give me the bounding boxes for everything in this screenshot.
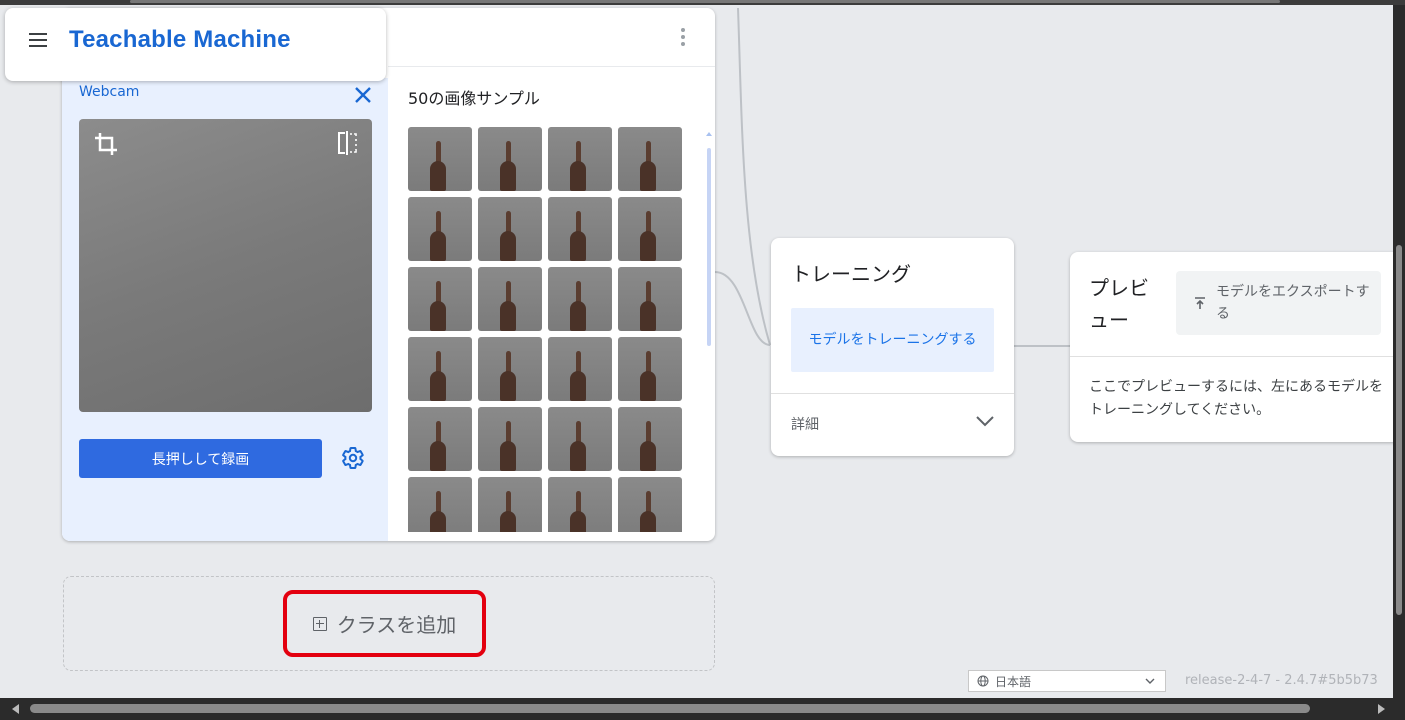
samples-grid: [408, 127, 684, 532]
sample-thumbnail[interactable]: [478, 127, 542, 191]
release-version: release-2-4-7 - 2.4.7#5b5b73: [1185, 673, 1378, 688]
details-label[interactable]: 詳細: [791, 414, 819, 434]
app-header: Teachable Machine: [5, 8, 386, 81]
sample-thumbnail[interactable]: [548, 267, 612, 331]
more-options-icon[interactable]: [681, 28, 687, 49]
webcam-label: Webcam: [79, 84, 140, 100]
crop-icon[interactable]: [93, 131, 119, 157]
webcam-video: [79, 119, 372, 412]
export-model-button[interactable]: モデルをエクスポートする: [1176, 271, 1381, 335]
sample-thumbnail[interactable]: [618, 477, 682, 532]
sample-thumbnail[interactable]: [478, 337, 542, 401]
globe-icon: [977, 675, 989, 687]
settings-gear-icon[interactable]: [341, 446, 365, 470]
chevron-down-icon[interactable]: [975, 414, 995, 428]
export-model-label: モデルをエクスポートする: [1216, 284, 1370, 322]
add-box-icon: [312, 616, 327, 631]
preview-description: ここでプレビューするには、左にあるモデルをトレーニングしてください。: [1089, 379, 1383, 418]
preview-divider: [1070, 356, 1400, 357]
sample-thumbnail[interactable]: [618, 267, 682, 331]
vertical-scroll-thumb[interactable]: [1396, 245, 1402, 615]
upload-icon: [1195, 297, 1205, 309]
sample-thumbnail[interactable]: [548, 407, 612, 471]
sample-thumbnail[interactable]: [478, 197, 542, 261]
train-model-button[interactable]: モデルをトレーニングする: [791, 308, 994, 372]
add-class-button[interactable]: クラスを追加: [283, 590, 486, 657]
sample-thumbnail[interactable]: [618, 407, 682, 471]
close-webcam-icon[interactable]: [352, 84, 374, 106]
class-card: Webcam 長押しして録画 50の画像サンプル: [62, 8, 715, 541]
card-divider: [388, 66, 715, 67]
preview-title: プレビュー: [1089, 276, 1149, 332]
connector-top: [737, 7, 771, 346]
sample-thumbnail[interactable]: [408, 477, 472, 532]
vertical-scrollbar[interactable]: [1393, 5, 1405, 698]
sample-thumbnail[interactable]: [478, 267, 542, 331]
scroll-left-icon[interactable]: [12, 704, 19, 714]
horizontal-scroll-thumb[interactable]: [30, 704, 1310, 713]
flip-icon[interactable]: [336, 131, 358, 155]
hamburger-menu-icon[interactable]: [29, 33, 51, 53]
webcam-panel: Webcam 長押しして録画: [62, 78, 388, 541]
language-value: 日本語: [995, 674, 1032, 689]
sample-thumbnail[interactable]: [618, 127, 682, 191]
language-select[interactable]: 日本語: [968, 670, 1166, 692]
add-class-label: クラスを追加: [336, 613, 457, 637]
horizontal-scrollbar[interactable]: [0, 698, 1405, 720]
sample-thumbnail[interactable]: [408, 267, 472, 331]
image-samples-label: 50の画像サンプル: [408, 89, 540, 108]
sample-thumbnail[interactable]: [408, 337, 472, 401]
sample-thumbnail[interactable]: [548, 127, 612, 191]
hold-to-record-button[interactable]: 長押しして録画: [79, 439, 322, 478]
samples-scrollbar[interactable]: [707, 148, 711, 346]
sample-thumbnail[interactable]: [618, 337, 682, 401]
training-card: トレーニング モデルをトレーニングする 詳細: [771, 238, 1014, 456]
sample-thumbnail[interactable]: [408, 127, 472, 191]
chevron-down-icon: [1145, 678, 1155, 684]
training-title: トレーニング: [791, 262, 911, 286]
sample-thumbnail[interactable]: [478, 477, 542, 532]
sample-thumbnail[interactable]: [408, 197, 472, 261]
sample-thumbnail[interactable]: [548, 337, 612, 401]
training-divider: [771, 393, 1014, 394]
sample-thumbnail[interactable]: [548, 197, 612, 261]
sample-thumbnail[interactable]: [478, 407, 542, 471]
preview-card: プレビュー モデルをエクスポートする ここでプレビューするには、左にあるモデルを…: [1070, 252, 1400, 442]
samples-scroll-up-icon[interactable]: [706, 132, 712, 136]
sample-thumbnail[interactable]: [618, 197, 682, 261]
sample-thumbnail[interactable]: [408, 407, 472, 471]
app-title[interactable]: Teachable Machine: [69, 26, 291, 54]
scroll-right-icon[interactable]: [1378, 704, 1385, 714]
sample-thumbnail[interactable]: [548, 477, 612, 532]
